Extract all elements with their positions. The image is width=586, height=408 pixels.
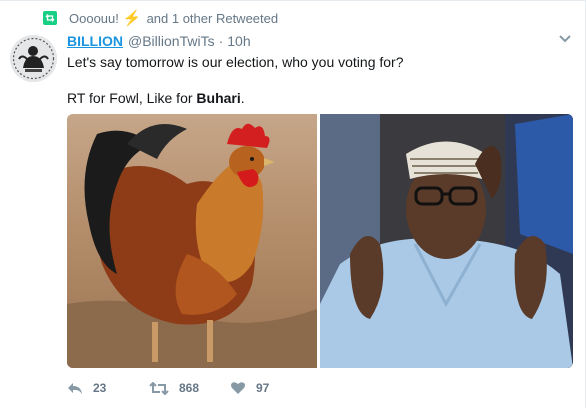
reply-icon [68, 382, 82, 394]
retweet-context: Oooouu! ⚡ and 1 other Retweeted [43, 8, 278, 28]
timestamp[interactable]: 10h [227, 33, 250, 49]
retweet-icon [43, 11, 57, 25]
tweet-text-segment: . [240, 90, 245, 106]
media-photo-buhari[interactable] [320, 114, 573, 368]
reply-button[interactable]: 23 [67, 381, 149, 395]
top-divider [0, 0, 586, 1]
like-button[interactable]: 97 [230, 381, 269, 395]
heart-icon [231, 382, 245, 394]
like-count: 97 [256, 381, 270, 395]
tweet-actions: 23 868 97 [67, 379, 269, 397]
media-photo-rooster[interactable] [67, 114, 317, 368]
retweet-context-text[interactable]: and 1 other Retweeted [147, 11, 279, 26]
retweet-count: 868 [179, 381, 200, 395]
tweet-text-segment: RT for Fowl, Like for [67, 90, 197, 106]
tweet-text-line: RT for Fowl, Like for Buhari. [67, 89, 567, 108]
tweet-text-bold: Buhari [196, 90, 241, 106]
retweeter-name[interactable]: Oooouu! [69, 11, 119, 26]
tweet-text-line: Let's say tomorrow is our election, who … [67, 54, 404, 70]
reply-count: 23 [93, 381, 107, 395]
tweet-text: Let's say tomorrow is our election, who … [67, 53, 567, 108]
avatar[interactable] [10, 35, 57, 82]
display-name[interactable]: BILLION [67, 33, 123, 49]
media-grid [67, 114, 573, 368]
lightning-emoji: ⚡ [122, 9, 142, 27]
retweet-button[interactable]: 868 [149, 381, 230, 395]
separator: · [218, 33, 224, 49]
user-handle[interactable]: @BillionTwiTs [128, 33, 215, 49]
chevron-down-icon[interactable] [558, 34, 572, 44]
retweet-icon [149, 381, 169, 395]
tweet-header: BILLION @BillionTwiTs · 10h [67, 33, 251, 49]
